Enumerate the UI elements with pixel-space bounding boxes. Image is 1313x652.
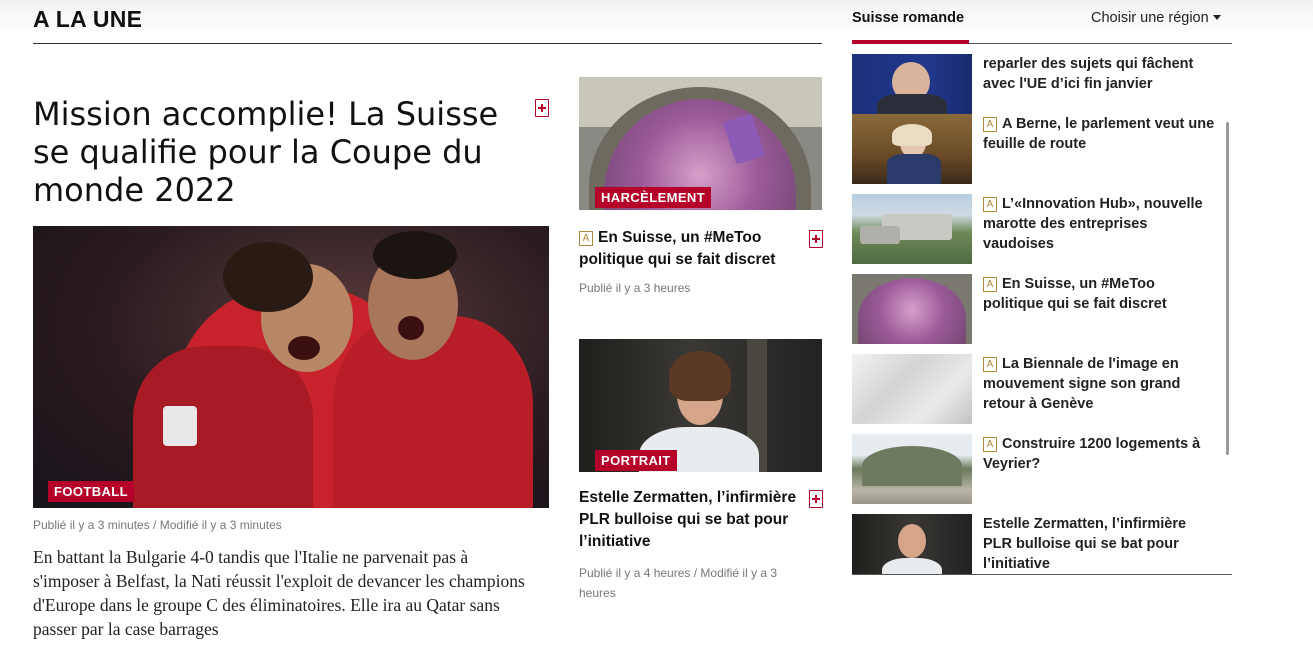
premium-badge-icon: A [983,357,997,372]
main-article-lede[interactable]: En battant la Bulgarie 4-0 tandis que l'… [33,545,538,641]
list-thumbnail [852,274,972,344]
list-item[interactable]: A Construire 1200 logements à Veyrier? [852,434,1222,506]
player-shirt [133,346,313,508]
regional-news-list[interactable]: reparler des sujets qui fâchent avec l'U… [852,44,1232,575]
list-thumbnail [852,514,972,575]
bookmark-icon[interactable] [809,230,823,248]
list-scrollbar[interactable] [1226,122,1229,455]
list-item-title-text: Construire 1200 logements à Veyrier? [983,436,1201,472]
building [860,226,900,244]
portrait-article-title[interactable]: Estelle Zermatten, l’infirmière PLR bull… [579,487,804,553]
list-item-title-text: En Suisse, un #MeToo politique qui se fa… [983,276,1167,312]
category-tag[interactable]: HARCÈLEMENT [595,187,712,208]
region-select-label: Choisir une région [1091,10,1209,26]
list-thumbnail [852,434,972,504]
premium-badge-icon: A [983,277,997,292]
section-title: A LA UNE [33,6,143,32]
crowd [858,278,966,344]
list-item-title: AA Berne, le parlement veut une feuille … [983,114,1215,154]
list-thumbnail [852,194,972,264]
player-hair [223,242,313,312]
player-mouth [398,316,424,340]
premium-badge-icon: A [983,197,997,212]
main-article-image[interactable]: FOOTBALL [33,226,549,508]
list-item-title: Estelle Zermatten, l’infirmière PLR bull… [983,516,1187,572]
section-divider [33,43,822,44]
list-item-title-text: A Berne, le parlement veut une feuille d… [983,116,1215,152]
metoo-article-meta: Publié il y a 3 heures [579,281,691,295]
metoo-article-title-text: En Suisse, un #MeToo politique qui se fa… [579,229,776,268]
list-item-title: A En Suisse, un #MeToo politique qui se f… [983,274,1215,314]
bookmark-icon[interactable] [535,99,549,117]
premium-badge-icon: A [579,231,593,246]
region-select[interactable]: Choisir une région [1091,10,1221,26]
list-item[interactable]: AA Berne, le parlement veut une feuille … [852,114,1222,186]
list-item[interactable]: A La Biennale de l'image en mouvement sig… [852,354,1222,426]
jacket [887,154,941,184]
list-item-title: reparler des sujets qui fâchent avec l'U… [983,56,1194,92]
person-hair [669,351,731,401]
premium-badge-icon: A [983,117,997,132]
mountain [862,446,962,486]
player-hair [373,231,457,279]
main-article-headline[interactable]: Mission accomplie! La Suisse se qualifie… [33,95,528,209]
world-cup-patch-icon [163,406,197,446]
tab-suisse-romande[interactable]: Suisse romande [852,10,964,26]
list-item[interactable]: A L’«Innovation Hub», nouvelle marotte de… [852,194,1222,266]
list-thumbnail [852,114,972,184]
list-item-title-text: La Biennale de l'image en mouvement sign… [983,356,1181,412]
portrait-article-meta: Publié il y a 4 heures / Modifié il y a … [579,566,778,600]
list-thumbnail [852,354,972,424]
person-face [898,524,926,558]
main-article-meta: Publié il y a 3 minutes / Modifié il y a… [33,518,282,532]
list-divider [852,574,1232,575]
list-item[interactable]: A En Suisse, un #MeToo politique qui se f… [852,274,1222,346]
portrait-article-image[interactable]: PORTRAIT [579,339,822,472]
list-item-title: A L’«Innovation Hub», nouvelle marotte de… [983,194,1215,254]
person-hair [892,124,932,146]
white-coat [882,558,942,575]
metoo-article-title[interactable]: A En Suisse, un #MeToo politique qui se f… [579,227,804,271]
player-mouth [288,336,320,360]
category-tag[interactable]: PORTRAIT [595,450,677,471]
bookmark-icon[interactable] [809,490,823,508]
list-item-title: A La Biennale de l'image en mouvement sig… [983,354,1215,414]
list-item[interactable]: Estelle Zermatten, l’infirmière PLR bull… [852,514,1222,575]
caret-down-icon [1212,15,1221,20]
list-item-title-text: L’«Innovation Hub», nouvelle marotte des… [983,196,1203,252]
category-tag[interactable]: FOOTBALL [48,481,134,502]
metoo-article-image[interactable]: HARCÈLEMENT [579,77,822,210]
list-item-title: A Construire 1200 logements à Veyrier? [983,434,1215,474]
premium-badge-icon: A [983,437,997,452]
